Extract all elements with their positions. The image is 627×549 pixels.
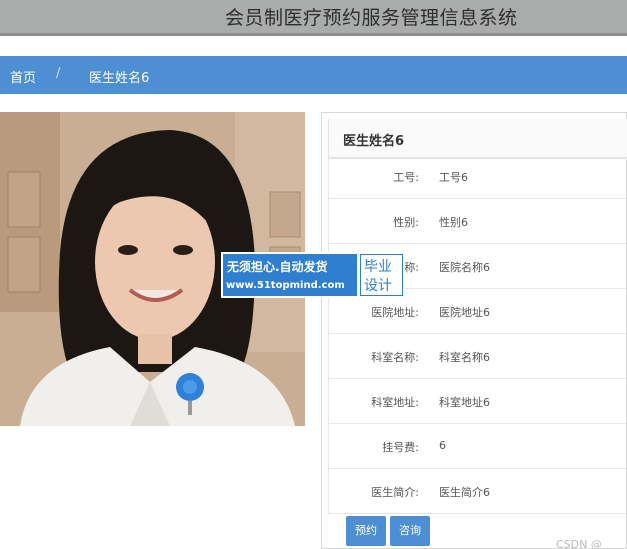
field-row-registration-fee: 挂号费: 6: [328, 424, 627, 469]
field-row-doctor-intro: 医生简介: 医生简介6: [328, 469, 627, 514]
watermark-text-bottom: 设计: [364, 278, 392, 294]
field-row-department-address: 科室地址: 科室地址6: [328, 379, 627, 424]
top-header-bar: 会员制医疗预约服务管理信息系统: [0, 0, 627, 36]
field-label: 性别:: [393, 216, 419, 229]
watermark-url: www.51topmind.com: [226, 280, 345, 291]
field-value: 6: [439, 439, 446, 452]
watermark-text-top: 毕业: [364, 259, 392, 275]
watermark-banner: 无须担心.自动发货 www.51topmind.com 毕业 设计: [221, 252, 405, 298]
card-header: 医生姓名6: [328, 119, 627, 159]
field-label: 医院地址:: [371, 306, 419, 319]
book-appointment-button[interactable]: 预约: [346, 516, 386, 546]
watermark-right-block: 毕业 设计: [360, 254, 403, 296]
nav-current-doctor: 医生姓名6: [89, 71, 150, 86]
field-value: 医生简介6: [439, 486, 490, 499]
field-row-department-name: 科室名称: 科室名称6: [328, 334, 627, 379]
doctor-name-heading: 医生姓名6: [343, 134, 405, 149]
header-gap: [0, 39, 627, 56]
watermark-slogan: 无须担心.自动发货: [227, 260, 328, 274]
field-value: 医院地址6: [439, 306, 490, 319]
field-value: 性别6: [439, 216, 468, 229]
field-label: 科室地址:: [371, 396, 419, 409]
field-row-job-number: 工号: 工号6: [328, 154, 627, 199]
watermark-left-block: 无须担心.自动发货 www.51topmind.com: [223, 254, 357, 296]
consult-button[interactable]: 咨询: [390, 516, 430, 546]
field-label: 科室名称:: [371, 351, 419, 364]
site-title: 会员制医疗预约服务管理信息系统: [225, 7, 518, 29]
field-value: 医院名称6: [439, 261, 490, 274]
field-value: 科室名称6: [439, 351, 490, 364]
field-value: 工号6: [439, 171, 468, 184]
field-label: 医生简介:: [371, 486, 419, 499]
field-value: 科室地址6: [439, 396, 490, 409]
nav-home-link[interactable]: 首页: [10, 67, 36, 86]
field-label: 挂号费:: [382, 441, 419, 454]
field-label: 工号:: [393, 171, 419, 184]
doctor-detail-card: 医生姓名6 工号: 工号6 性别: 性别6 医院名称: 医院名称6 医院地址: …: [321, 112, 627, 549]
field-row-gender: 性别: 性别6: [328, 199, 627, 244]
breadcrumb-separator: /: [56, 66, 61, 81]
breadcrumb-nav: 首页 / 医生姓名6: [0, 56, 627, 94]
footer-watermark: CSDN @: [556, 538, 602, 549]
